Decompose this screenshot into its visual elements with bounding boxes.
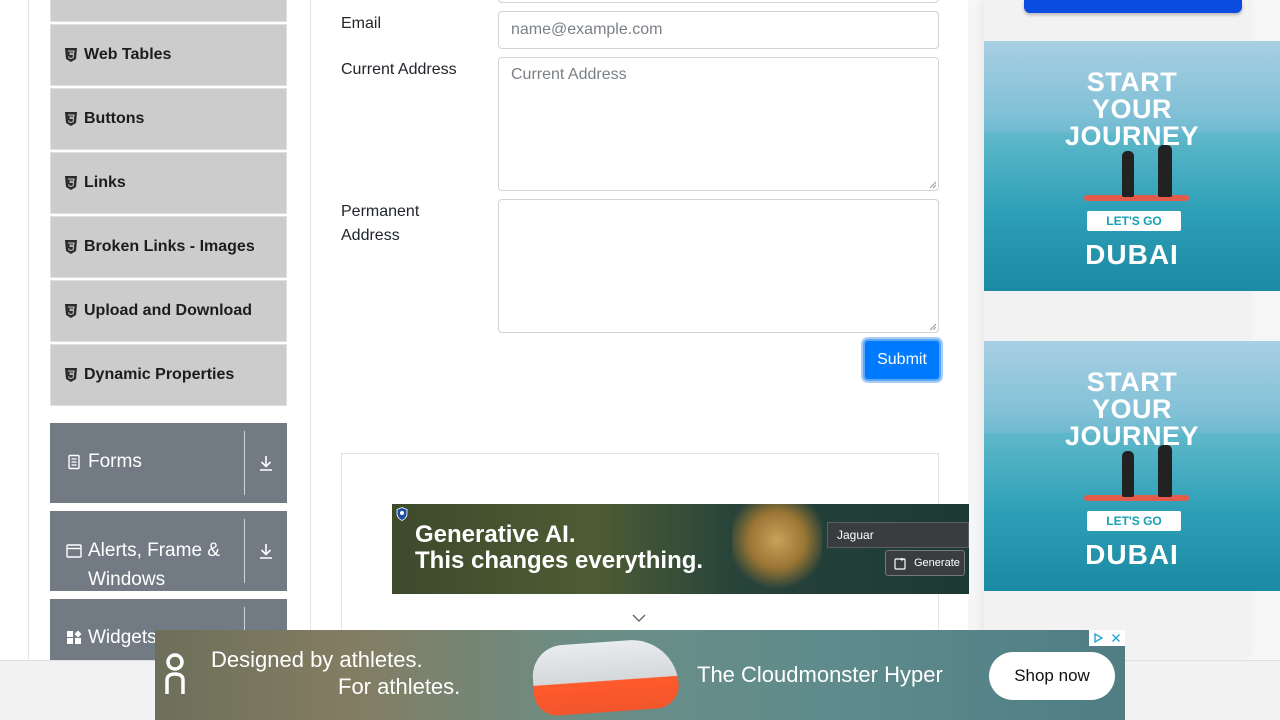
html5-icon bbox=[65, 240, 77, 254]
group-label: Alerts, Frame & Windows bbox=[88, 540, 220, 590]
sidebar-item-label: Links bbox=[84, 174, 126, 191]
adchoices-icon[interactable] bbox=[1089, 630, 1107, 646]
lets-go-button[interactable]: LET'S GO bbox=[1087, 211, 1181, 231]
sidebar-item-web-tables[interactable]: Web Tables bbox=[50, 24, 287, 86]
submit-button[interactable]: Submit bbox=[863, 339, 941, 381]
current-address-label: Current Address bbox=[341, 61, 457, 78]
sidebar-item-label: Upload and Download bbox=[84, 302, 252, 319]
dubai-logo: DUBAI bbox=[1085, 539, 1179, 570]
html5-icon bbox=[65, 48, 77, 62]
document-icon bbox=[68, 454, 80, 470]
shoe-image bbox=[530, 637, 681, 717]
sidebar-item-text-box[interactable] bbox=[50, 0, 287, 22]
resize-handle-icon[interactable] bbox=[929, 323, 937, 331]
sidebar-group-forms[interactable]: Forms bbox=[50, 423, 287, 503]
email-label: Email bbox=[341, 15, 382, 32]
html5-icon bbox=[65, 176, 77, 190]
html5-icon bbox=[65, 304, 77, 318]
sidebar-item-label: Broken Links - Images bbox=[84, 238, 255, 255]
sidebar-item-label: Dynamic Properties bbox=[84, 366, 235, 383]
group-label: Forms bbox=[88, 451, 142, 472]
resize-handle-icon[interactable] bbox=[929, 181, 937, 189]
window-icon bbox=[66, 544, 82, 558]
sidebar-item-links[interactable]: Links bbox=[50, 152, 287, 214]
chevron-down-icon[interactable] bbox=[632, 613, 646, 623]
permanent-address-label: Permanent Address bbox=[341, 203, 420, 244]
lets-go-button[interactable]: LET'S GO bbox=[1087, 511, 1181, 531]
ad-button[interactable] bbox=[1024, 0, 1242, 13]
widgets-icon bbox=[67, 630, 82, 644]
sidebar-item-broken-links[interactable]: Broken Links - Images bbox=[50, 216, 287, 278]
full-name-input[interactable] bbox=[498, 0, 939, 3]
shield-icon bbox=[396, 507, 408, 521]
html5-icon bbox=[65, 112, 77, 126]
sidebar-item-buttons[interactable]: Buttons bbox=[50, 88, 287, 150]
sidebar-item-upload-download[interactable]: Upload and Download bbox=[50, 280, 287, 342]
generative-ai-ad[interactable]: Generative AI. This changes everything. … bbox=[392, 504, 969, 594]
sidebar-group-alerts[interactable]: Alerts, Frame & Windows bbox=[50, 511, 287, 591]
prompt-field[interactable]: Jaguar bbox=[827, 522, 969, 548]
dubai-logo: DUBAI bbox=[1085, 239, 1179, 270]
shop-now-button[interactable]: Shop now bbox=[989, 652, 1115, 700]
sidebar-item-dynamic-properties[interactable]: Dynamic Properties bbox=[50, 344, 287, 406]
dubai-ad[interactable]: START YOUR JOURNEY LET'S GO DUBAI bbox=[984, 341, 1280, 591]
sidebar-item-label: Web Tables bbox=[84, 46, 172, 63]
group-label: Widgets bbox=[88, 627, 157, 648]
generate-button[interactable]: Generate bbox=[885, 550, 965, 576]
permanent-address-input[interactable] bbox=[498, 199, 939, 333]
on-logo-icon bbox=[165, 653, 185, 694]
generate-icon bbox=[894, 557, 906, 570]
dubai-ad[interactable]: START YOUR JOURNEY LET'S GO DUBAI bbox=[984, 41, 1280, 291]
email-input[interactable] bbox=[498, 11, 939, 49]
download-icon[interactable] bbox=[245, 511, 287, 591]
download-icon[interactable] bbox=[245, 423, 287, 503]
on-running-ad[interactable]: Designed by athletes. For athletes. The … bbox=[155, 630, 1125, 720]
current-address-input[interactable] bbox=[498, 57, 939, 191]
sidebar-item-label: Buttons bbox=[84, 110, 145, 127]
html5-icon bbox=[65, 368, 77, 382]
close-icon[interactable] bbox=[1107, 630, 1125, 646]
